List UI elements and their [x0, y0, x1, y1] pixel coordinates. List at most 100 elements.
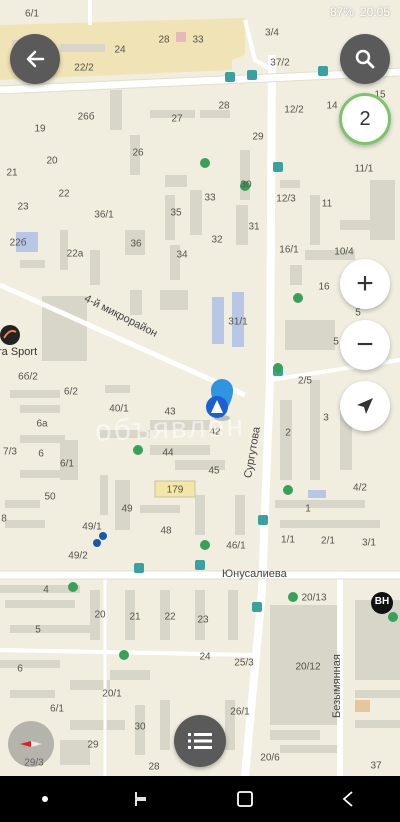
house-number-label: 46/1: [226, 540, 246, 552]
street-label: Безымянная: [331, 654, 343, 718]
house-number-label: 7/3: [3, 446, 17, 458]
house-number-label: 4/2: [353, 482, 367, 494]
search-icon: [355, 49, 375, 69]
house-number-label: 3/4: [265, 27, 279, 39]
recents-icon[interactable]: [131, 789, 151, 809]
house-number-label: 19: [34, 123, 46, 135]
house-number-label: 31: [248, 221, 260, 233]
house-number-label: 28: [148, 761, 160, 773]
clock: 20:05: [359, 5, 390, 19]
nav-dot-icon[interactable]: [41, 796, 48, 802]
house-number-label: 6: [38, 448, 44, 460]
poi-badge-label: BH: [374, 596, 390, 607]
house-number-label: 26: [132, 147, 144, 159]
house-number-label: 28: [158, 34, 170, 46]
sport-poi-label: ra Sport: [0, 346, 38, 358]
bus-stop-icon: [134, 563, 144, 573]
house-number-label: 35: [170, 207, 182, 219]
zoom-out-button[interactable]: −: [340, 320, 390, 370]
house-number-label: 34: [176, 249, 188, 261]
location-arrow-icon: [357, 398, 373, 414]
house-number-label: 4: [43, 584, 49, 596]
house-number-label: 49: [121, 503, 133, 515]
house-number-label: 25/3: [234, 657, 254, 669]
house-number-label: 20: [46, 155, 58, 167]
house-number-label: 36: [130, 238, 142, 250]
sport-poi-icon[interactable]: [0, 325, 20, 345]
service-icons: [93, 532, 107, 547]
house-number-label: 5: [35, 624, 41, 636]
house-number-label: 16: [318, 281, 330, 293]
house-number-label: 49/1: [82, 521, 102, 533]
house-number-label: 24: [114, 44, 126, 56]
zoom-in-button[interactable]: +: [340, 259, 390, 309]
house-number-label: 6б/2: [18, 371, 38, 383]
list-icon: [188, 733, 212, 749]
house-number-label: 2: [285, 427, 291, 439]
house-number-label: 31/1: [228, 316, 248, 328]
house-number-label: 37: [370, 760, 382, 772]
shop-icon: [119, 650, 129, 660]
house-number-label: 8: [1, 513, 7, 525]
house-number-label: 5: [355, 307, 361, 319]
house-number-label: 20/1: [102, 688, 122, 700]
house-number-label: 23: [197, 614, 209, 626]
bus-stop-icon: [247, 70, 257, 80]
service-icon: [93, 539, 101, 547]
house-number-label: 21: [129, 611, 141, 623]
house-number-label: 6/1: [50, 703, 64, 715]
house-number-label: 26/1: [230, 706, 250, 718]
list-button[interactable]: [174, 715, 226, 767]
compass-button[interactable]: [8, 721, 54, 767]
house-number-label: 28: [218, 100, 230, 112]
nav-back-icon[interactable]: [338, 789, 358, 809]
home-icon[interactable]: [235, 789, 255, 809]
plot: [355, 700, 370, 712]
house-number-label: 30: [134, 721, 146, 733]
house-number-label: 45: [208, 465, 220, 477]
house-number-label: 27: [171, 113, 183, 125]
search-button[interactable]: [340, 34, 390, 84]
shop-icon: [200, 540, 210, 550]
shop-icon: [388, 612, 398, 622]
house-number-label: 33: [192, 34, 204, 46]
bus-stop-icon: [195, 560, 205, 570]
house-number-label: 29: [252, 131, 264, 143]
house-number-label: 2/1: [321, 535, 335, 547]
house-number-label: 21: [6, 167, 18, 179]
system-nav-bar: [0, 776, 400, 822]
house-number-label: 11/1: [354, 163, 374, 175]
back-arrow-icon: [26, 50, 45, 68]
house-number-label: 20/6: [260, 752, 280, 764]
shop-icon: [293, 293, 303, 303]
house-number-label: 23: [17, 201, 29, 213]
shop-icon: [288, 592, 298, 602]
shop-icon: [200, 158, 210, 168]
house-number-label: 36/1: [94, 209, 114, 221]
house-number-label: 6/2: [64, 386, 78, 398]
cluster-count-badge[interactable]: 2: [339, 93, 391, 145]
house-number-label: 10/4: [334, 246, 354, 258]
house-number-label: 22: [164, 611, 176, 623]
house-number-label: 22а: [66, 248, 84, 260]
house-number-label: 29: [87, 739, 99, 751]
back-button[interactable]: [10, 34, 60, 84]
bus-stop-icon: [273, 162, 283, 172]
house-number-label: 20: [94, 609, 106, 621]
house-number-label: 49/2: [68, 550, 88, 562]
house-number-label: 11: [321, 198, 333, 210]
house-number-label: 22/2: [74, 62, 94, 74]
house-number-label: 2/5: [298, 375, 312, 387]
locate-button[interactable]: [340, 381, 390, 431]
house-number-label: 3: [323, 412, 329, 424]
status-bar: 87% 20:05: [0, 0, 400, 24]
house-number-label: 32: [211, 234, 223, 246]
house-number-label: 6а: [36, 418, 48, 430]
bus-stop-icon: [258, 515, 268, 525]
shop-icon: [68, 582, 78, 592]
house-number-label: 12/2: [284, 104, 304, 116]
compass-icon: [20, 741, 42, 747]
house-number-label: 37/2: [270, 57, 290, 69]
bus-stop-icon: [252, 602, 262, 612]
house-number-label: 14: [326, 100, 338, 112]
